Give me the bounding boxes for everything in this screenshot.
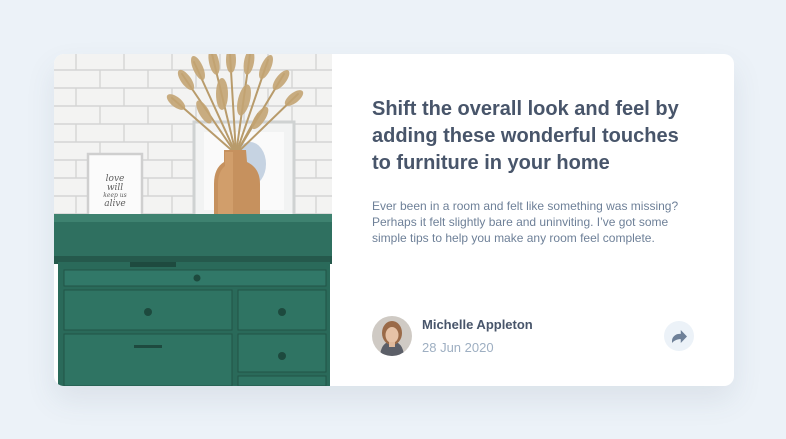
card-content: Shift the overall look and feel by addin… [332, 54, 734, 386]
author-meta: Michelle Appleton 28 Jun 2020 [422, 317, 533, 356]
article-description: Ever been in a room and felt like someth… [372, 199, 679, 245]
publish-date: 28 Jun 2020 [422, 339, 494, 355]
author-name: Michelle Appleton [422, 316, 533, 332]
frame-quote: love will keep us alive [103, 174, 126, 209]
article-preview-card: love will keep us alive Shift the overal… [54, 54, 734, 386]
drawers-photo: love will keep us alive [54, 54, 332, 386]
share-button[interactable] [664, 321, 694, 351]
article-title[interactable]: Shift the overall look and feel by addin… [372, 96, 702, 177]
svg-text:keep us: keep us [103, 192, 126, 199]
share-arrow-icon [671, 329, 687, 343]
author-avatar [372, 316, 412, 356]
author-block: Michelle Appleton 28 Jun 2020 [372, 316, 533, 356]
svg-text:alive: alive [104, 199, 126, 209]
